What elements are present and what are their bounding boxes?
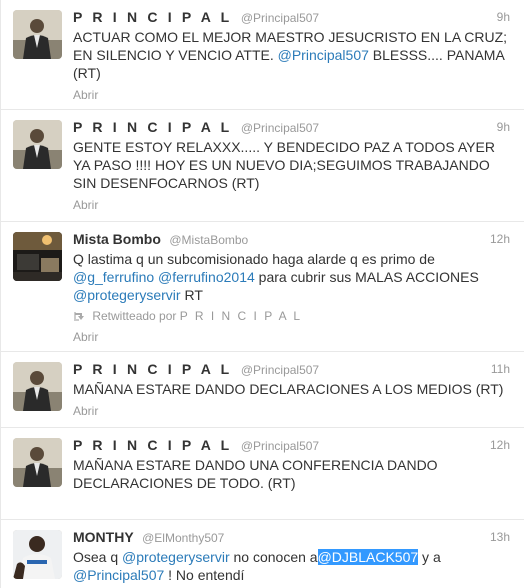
avatar[interactable] [13, 362, 62, 411]
tweet-header: P R I N C I P A L @Principal507 9h [73, 118, 510, 136]
tweet-item[interactable]: P R I N C I P A L @Principal507 9h ACTUA… [1, 0, 524, 110]
tweet-item[interactable]: P R I N C I P A L @Principal507 12h MAÑA… [1, 428, 524, 520]
tweet-fullname[interactable]: P R I N C I P A L [73, 437, 232, 453]
tweet-header: P R I N C I P A L @Principal507 11h [73, 360, 510, 378]
tweet-username[interactable]: @Principal507 [241, 121, 319, 135]
tweet-fullname[interactable]: P R I N C I P A L [73, 119, 232, 135]
avatar[interactable] [13, 232, 62, 281]
retweet-label: Retwitteado por [92, 309, 177, 323]
tweet-text-segment: ! No entendí [164, 567, 245, 583]
tweet-text-segment: y a [418, 549, 441, 565]
tweet-header: P R I N C I P A L @Principal507 9h [73, 8, 510, 26]
tweet-timestamp[interactable]: 12h [490, 230, 510, 248]
mention-link[interactable]: @protegeryservir [73, 287, 181, 303]
tweet-text: Osea q @protegeryservir no conocen a@DJB… [73, 548, 510, 584]
tweet-username[interactable]: @Principal507 [241, 11, 319, 25]
tweet-username[interactable]: @MistaBombo [169, 233, 248, 247]
tweet-fullname[interactable]: MONTHY [73, 529, 134, 545]
mention-link[interactable]: @g_ferrufino [73, 269, 154, 285]
tweet-fullname[interactable]: P R I N C I P A L [73, 361, 232, 377]
tweet-username[interactable]: @ElMonthy507 [142, 531, 224, 545]
tweet-text: GENTE ESTOY RELAXXX..... Y BENDECIDO PAZ… [73, 138, 510, 192]
tweet-text-segment: RT [180, 287, 203, 303]
retweet-context: Retwitteado por P R I N C I P A L [73, 308, 510, 324]
avatar[interactable] [13, 10, 62, 59]
expand-link[interactable]: Abrir [73, 198, 510, 212]
tweet-username[interactable]: @Principal507 [241, 363, 319, 377]
tweet-text-segment: MAÑANA ESTARE DANDO DECLARACIONES A LOS … [73, 381, 504, 397]
tweet-text: Q lastima q un subcomisionado haga alard… [73, 250, 510, 304]
mention-link-selected[interactable]: @DJBLACK507 [317, 549, 419, 565]
tweet-text-segment: Q lastima q un subcomisionado haga alard… [73, 251, 435, 267]
avatar[interactable] [13, 120, 62, 169]
expand-link[interactable]: Abrir [73, 404, 510, 418]
tweet-item[interactable]: Mista Bombo @MistaBombo 12h Q lastima q … [1, 222, 524, 352]
tweet-header: MONTHY @ElMonthy507 13h [73, 528, 510, 546]
tweet-text-segment: GENTE ESTOY RELAXXX..... Y BENDECIDO PAZ… [73, 139, 495, 191]
tweet-text: ACTUAR COMO EL MEJOR MAESTRO JESUCRISTO … [73, 28, 510, 82]
tweet-timestamp[interactable]: 9h [497, 8, 510, 26]
mention-link[interactable]: @ferrufino2014 [158, 269, 255, 285]
retweet-icon [73, 309, 87, 325]
tweet-username[interactable]: @Principal507 [241, 439, 319, 453]
tweet-timestamp[interactable]: 12h [490, 436, 510, 454]
tweet-timestamp[interactable]: 11h [491, 360, 510, 378]
mention-link[interactable]: @protegeryservir [122, 549, 230, 565]
expand-link[interactable]: Abrir [73, 88, 510, 102]
tweet-text-segment: para cubrir sus MALAS ACCIONES [254, 269, 479, 285]
tweet-header: Mista Bombo @MistaBombo 12h [73, 230, 510, 248]
tweet-fullname[interactable]: P R I N C I P A L [73, 9, 232, 25]
retweeter-name-link[interactable]: P R I N C I P A L [180, 309, 302, 323]
expand-link[interactable]: Abrir [73, 330, 510, 344]
tweet-timestamp[interactable]: 9h [497, 118, 510, 136]
mention-link[interactable]: @Principal507 [73, 567, 164, 583]
tweet-item[interactable]: P R I N C I P A L @Principal507 9h GENTE… [1, 110, 524, 222]
avatar[interactable] [13, 530, 62, 579]
tweet-text-segment: Osea q [73, 549, 123, 565]
tweet-item[interactable]: P R I N C I P A L @Principal507 11h MAÑA… [1, 352, 524, 428]
tweet-fullname[interactable]: Mista Bombo [73, 231, 161, 247]
mention-link[interactable]: @Principal507 [278, 47, 369, 63]
avatar[interactable] [13, 438, 62, 487]
tweet-text-segment: MAÑANA ESTARE DANDO UNA CONFERENCIA DAND… [73, 457, 438, 491]
tweet-timestamp[interactable]: 13h [490, 528, 510, 546]
tweet-timeline: P R I N C I P A L @Principal507 9h ACTUA… [0, 0, 524, 588]
tweet-item[interactable]: MONTHY @ElMonthy507 13h Osea q @proteger… [1, 520, 524, 588]
tweet-text: MAÑANA ESTARE DANDO DECLARACIONES A LOS … [73, 380, 510, 398]
tweet-text-segment: no conocen a [229, 549, 318, 565]
tweet-text: MAÑANA ESTARE DANDO UNA CONFERENCIA DAND… [73, 456, 510, 492]
tweet-header: P R I N C I P A L @Principal507 12h [73, 436, 510, 454]
